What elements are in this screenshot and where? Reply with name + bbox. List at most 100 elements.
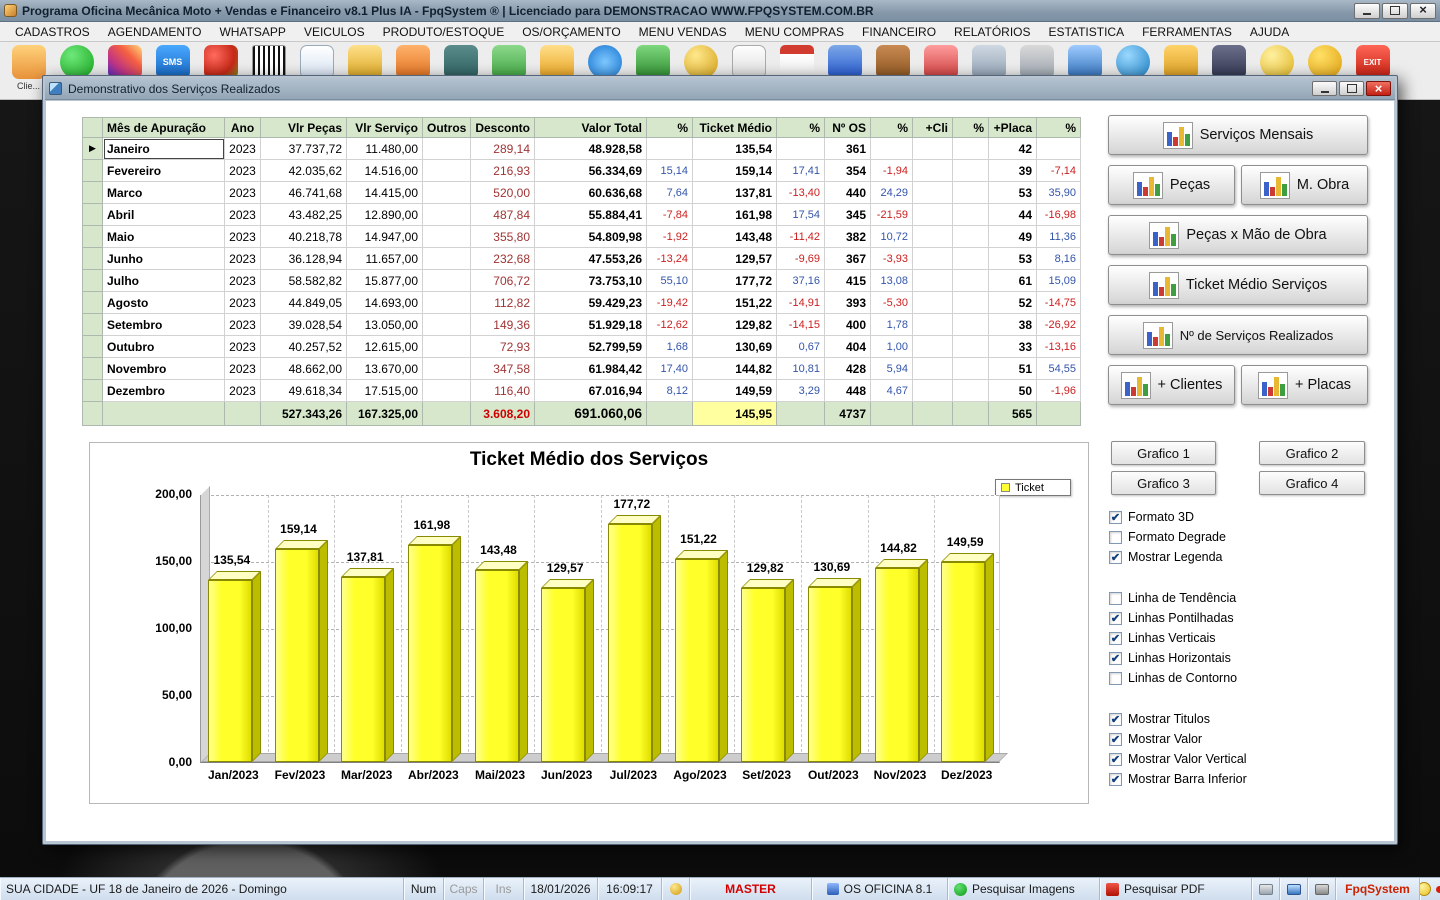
column-header-cli: +Cli (912, 117, 953, 138)
search-images-button[interactable]: Pesquisar Imagens (948, 878, 1100, 900)
globe-icon (1115, 45, 1150, 79)
maximize-button[interactable] (1382, 2, 1408, 19)
pdf-icon (1106, 882, 1119, 896)
menu-produto-estoque[interactable]: PRODUTO/ESTOQUE (374, 23, 514, 41)
ticket-medio-servicos-button[interactable]: Ticket Médio Serviços (1108, 265, 1368, 305)
cell: 149,59 (692, 379, 777, 402)
pecas-x-mao-de-obra-button[interactable]: Peças x Mão de Obra (1108, 215, 1368, 255)
grafico-4-button[interactable]: Grafico 4 (1259, 471, 1365, 495)
menu-bar: CADASTROS AGENDAMENTO WHATSAPP VEICULOS PROD… (0, 22, 1440, 42)
table-row-junho[interactable]: Junho 2023 36.128,94 11.657,00 232,68 47.553,… (82, 247, 1081, 270)
cell: 53 (988, 181, 1037, 204)
row-selector: ▶ (82, 137, 103, 160)
checkbox-formato-degrade[interactable]: Formato Degrade (1109, 527, 1364, 547)
exit-icon: EXIT (1355, 45, 1390, 79)
menu-relat-rios[interactable]: RELATÓRIOS (945, 23, 1039, 41)
menu-os-or-amento[interactable]: OS/ORÇAMENTO (513, 23, 629, 41)
table-row-dezembro[interactable]: Dezembro 2023 49.618,34 17.515,00 116,40 67.0… (82, 379, 1081, 402)
pecas-button[interactable]: Peças (1108, 165, 1235, 205)
x-axis-tick: Nov/2023 (873, 768, 927, 782)
mao-de-obra-button[interactable]: M. Obra (1241, 165, 1368, 205)
dialog-minimize-button[interactable] (1312, 81, 1337, 96)
grafico-2-button[interactable]: Grafico 2 (1259, 441, 1365, 465)
row-selector (82, 313, 103, 336)
mais-placas-button[interactable]: + Placas (1241, 365, 1368, 405)
dialog-close-button[interactable] (1366, 81, 1391, 96)
screen-button[interactable] (1308, 878, 1336, 900)
checkbox-mostrar-titulos[interactable]: ✔ Mostrar Titulos (1109, 709, 1364, 729)
checkbox-group: ✔ Formato 3D Formato Degrade ✔ Mostrar Legen… (1109, 507, 1364, 567)
cell (422, 269, 471, 292)
table-row-fevereiro[interactable]: Fevereiro 2023 42.035,62 14.516,00 216,93 56.… (82, 159, 1081, 182)
table-row-marco[interactable]: Marco 2023 46.741,68 14.415,00 520,00 60.636,… (82, 181, 1081, 204)
dialog-title-bar[interactable]: Demonstrativo dos Serviços Realizados (45, 78, 1395, 100)
servicos-mensais-button[interactable]: Serviços Mensais (1108, 115, 1368, 155)
grafico-3-button[interactable]: Grafico 3 (1111, 471, 1216, 495)
column-header-ano: Ano (224, 117, 261, 138)
menu-financeiro[interactable]: FINANCEIRO (853, 23, 945, 41)
checkbox-linhas-horizontais[interactable]: ✔ Linhas Horizontais (1109, 648, 1364, 668)
notes-icon (395, 45, 430, 79)
checkbox-box: ✔ (1109, 510, 1122, 524)
menu-veiculos[interactable]: VEICULOS (295, 23, 374, 41)
checkbox-linhas-de-contorno[interactable]: Linhas de Contorno (1109, 668, 1364, 688)
checkbox-formato-3d[interactable]: ✔ Formato 3D (1109, 507, 1364, 527)
table-row-setembro[interactable]: Setembro 2023 39.028,54 13.050,00 149,36 51.9… (82, 313, 1081, 336)
close-button[interactable] (1410, 2, 1436, 19)
cell: Janeiro (102, 137, 225, 160)
table-row-novembro[interactable]: Novembro 2023 48.662,00 13.670,00 347,58 61.9… (82, 357, 1081, 380)
cell: Maio (102, 225, 225, 248)
checkbox-linha-de-tend-ncia[interactable]: Linha de Tendência (1109, 588, 1364, 608)
cell: 404 (824, 335, 871, 358)
chart-title: Ticket Médio dos Serviços (469, 449, 709, 470)
grid-hline (201, 495, 999, 496)
minimize-button[interactable] (1354, 2, 1380, 19)
num-servicos-realizados-button[interactable]: Nº de Serviços Realizados (1108, 315, 1368, 355)
table-row-julho[interactable]: Julho 2023 58.582,82 15.877,00 706,72 73.753,… (82, 269, 1081, 292)
table-row-maio[interactable]: Maio 2023 40.218,78 14.947,00 355,80 54.809,9… (82, 225, 1081, 248)
checkbox-mostrar-barra-inferior[interactable]: ✔ Mostrar Barra Inferior (1109, 769, 1364, 789)
cell (422, 159, 471, 182)
total-cell: 527.343,26 (260, 401, 347, 426)
checkbox-box: ✔ (1109, 772, 1122, 786)
table-row-outubro[interactable]: Outubro 2023 40.257,52 12.615,00 72,93 52.799… (82, 335, 1081, 358)
checkbox-linhas-pontilhadas[interactable]: ✔ Linhas Pontilhadas (1109, 608, 1364, 628)
menu-whatsapp[interactable]: WHATSAPP (210, 23, 294, 41)
cell: 130,69 (692, 335, 777, 358)
checkbox-mostrar-legenda[interactable]: ✔ Mostrar Legenda (1109, 547, 1364, 567)
print-button[interactable] (1252, 878, 1280, 900)
table-row-agosto[interactable]: Agosto 2023 44.849,05 14.693,00 112,82 59.429… (82, 291, 1081, 314)
checkbox-linhas-verticais[interactable]: ✔ Linhas Verticais (1109, 628, 1364, 648)
cell: 49.618,34 (260, 379, 347, 402)
cell: -13,40 (776, 181, 825, 204)
grafico-1-button[interactable]: Grafico 1 (1111, 441, 1216, 465)
row-selector (82, 203, 103, 226)
checkbox-mostrar-valor[interactable]: ✔ Mostrar Valor (1109, 729, 1364, 749)
menu-estatistica[interactable]: ESTATISTICA (1040, 23, 1134, 41)
total-cell: 565 (988, 401, 1037, 426)
table-row-abril[interactable]: Abril 2023 43.482,25 12.890,00 487,84 55.884,… (82, 203, 1081, 226)
table-row-janeiro[interactable]: ▶ Janeiro 2023 37.737,72 11.480,00 289,14 48.9… (82, 137, 1081, 160)
cell: -14,75 (1036, 291, 1081, 314)
cell: 2023 (224, 137, 261, 160)
menu-agendamento[interactable]: AGENDAMENTO (99, 23, 211, 41)
cell: 161,98 (692, 203, 777, 226)
menu-menu-compras[interactable]: MENU COMPRAS (736, 23, 853, 41)
menu-menu-vendas[interactable]: MENU VENDAS (630, 23, 736, 41)
cell: 2023 (224, 291, 261, 314)
dialog-maximize-button[interactable] (1339, 81, 1364, 96)
monitor-button[interactable] (1280, 878, 1308, 900)
menu-ajuda[interactable]: AJUDA (1241, 23, 1298, 41)
cell: 13.670,00 (346, 357, 423, 380)
checkbox-mostrar-valor-vertical[interactable]: ✔ Mostrar Valor Vertical (1109, 749, 1364, 769)
cell: 60.636,68 (534, 181, 647, 204)
mais-clientes-button[interactable]: + Clientes (1108, 365, 1235, 405)
cell (912, 291, 953, 314)
search-pdf-button[interactable]: Pesquisar PDF (1100, 878, 1252, 900)
bar-mar-2023 (341, 568, 395, 762)
bar-value-label: 144,82 (880, 540, 917, 555)
menu-cadastros[interactable]: CADASTROS (6, 23, 99, 41)
cell: 289,14 (470, 137, 535, 160)
menu-ferramentas[interactable]: FERRAMENTAS (1133, 23, 1241, 41)
cell: 54.809,98 (534, 225, 647, 248)
